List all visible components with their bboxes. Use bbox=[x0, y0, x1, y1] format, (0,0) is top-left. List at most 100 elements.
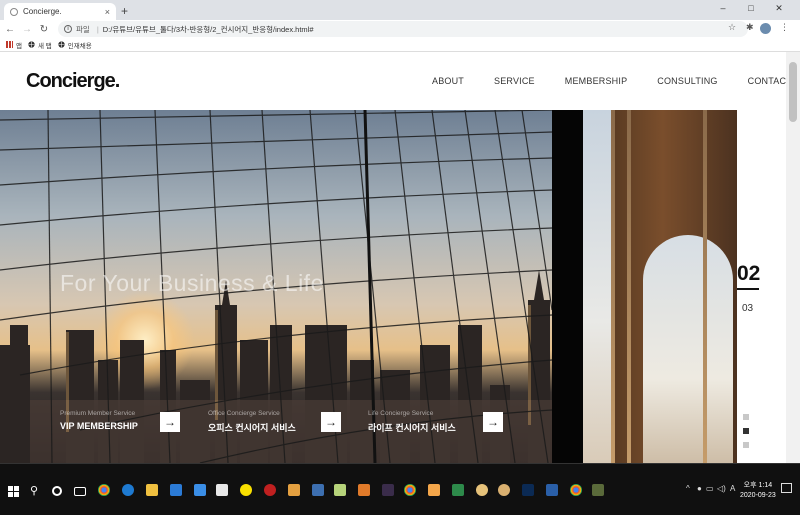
minimize-icon[interactable]: – bbox=[712, 3, 734, 13]
pencil-app-icon[interactable] bbox=[288, 484, 300, 496]
close-window-icon[interactable]: ✕ bbox=[768, 3, 790, 14]
windows-start-icon[interactable] bbox=[8, 486, 19, 497]
slide-dot-active[interactable] bbox=[743, 428, 749, 434]
network-icon[interactable]: ▭ bbox=[706, 484, 714, 493]
new-tab-button[interactable]: + bbox=[121, 4, 128, 18]
tray-chevron-icon[interactable]: ^ bbox=[686, 484, 690, 493]
bookmark-label: 인재채용 bbox=[67, 42, 92, 50]
globe-icon bbox=[28, 41, 35, 48]
bookmark-label: 앱 bbox=[16, 42, 22, 50]
bookmarks-bar: 앱 새 탭 인재채용 bbox=[0, 38, 800, 52]
app-icon[interactable] bbox=[546, 484, 558, 496]
cortana-icon[interactable] bbox=[52, 486, 62, 496]
chrome-icon[interactable] bbox=[98, 484, 110, 496]
nav-about[interactable]: ABOUT bbox=[432, 76, 464, 86]
page-favicon-icon bbox=[10, 7, 18, 16]
address-divider: | bbox=[96, 24, 99, 34]
service-title: VIP MEMBERSHIP bbox=[60, 421, 138, 431]
site-logo[interactable]: Concierge. bbox=[26, 70, 120, 93]
chrome-icon[interactable] bbox=[404, 484, 416, 496]
slide-divider bbox=[552, 110, 583, 463]
service-title: 라이프 컨시어지 서비스 bbox=[368, 423, 456, 433]
nav-service[interactable]: SERVICE bbox=[494, 76, 535, 86]
app-icon[interactable] bbox=[428, 484, 440, 496]
forward-icon[interactable]: → bbox=[20, 24, 34, 35]
photo-app-icon[interactable] bbox=[358, 484, 370, 496]
browser-tab[interactable]: Concierge. × bbox=[4, 3, 116, 20]
web-page: Concierge. ABOUT SERVICE MEMBERSHIP CONS… bbox=[0, 52, 786, 463]
app-icon[interactable] bbox=[476, 484, 488, 496]
bridge-rope bbox=[627, 110, 631, 463]
bookmark-careers[interactable]: 인재채용 bbox=[58, 40, 92, 50]
taskbar-background: ⚲ ^ ● ▭ ◁) A 오후 1:14 2020-09-23 bbox=[0, 463, 800, 515]
slide-dot[interactable] bbox=[743, 442, 749, 448]
nav-consulting[interactable]: CONSULTING bbox=[657, 76, 717, 86]
back-icon[interactable]: ← bbox=[3, 24, 17, 35]
page-scrollbar[interactable] bbox=[786, 52, 800, 463]
volume-icon[interactable]: ◁) bbox=[717, 484, 726, 493]
task-view-icon[interactable] bbox=[74, 487, 86, 496]
chrome-icon[interactable] bbox=[570, 484, 582, 496]
app-icon[interactable] bbox=[312, 484, 324, 496]
microphone-icon[interactable]: ● bbox=[697, 484, 702, 493]
hero-headline: For Your Business & Life bbox=[60, 270, 324, 296]
tower-arch bbox=[643, 235, 733, 463]
tab-title: Concierge. bbox=[23, 7, 62, 16]
arrow-right-icon[interactable]: → bbox=[321, 412, 341, 432]
extensions-icon[interactable]: ✱ bbox=[746, 22, 754, 33]
search-icon[interactable]: ⚲ bbox=[30, 484, 38, 497]
file-explorer-icon[interactable] bbox=[146, 484, 158, 496]
arrow-right-icon[interactable]: → bbox=[483, 412, 503, 432]
arrow-right-icon[interactable]: → bbox=[160, 412, 180, 432]
hero-slider: For Your Business & Life Premium Member … bbox=[0, 110, 737, 463]
nav-membership[interactable]: MEMBERSHIP bbox=[565, 76, 628, 86]
profile-avatar[interactable] bbox=[760, 23, 771, 34]
current-slide-number: 02 bbox=[737, 260, 786, 287]
globe-icon bbox=[58, 41, 65, 48]
site-header: Concierge. ABOUT SERVICE MEMBERSHIP CONS… bbox=[0, 52, 786, 110]
taskbar-clock[interactable]: 오후 1:14 2020-09-23 bbox=[740, 481, 776, 501]
apps-grid-icon bbox=[6, 41, 13, 48]
main-nav: ABOUT SERVICE MEMBERSHIP CONSULTING CONT… bbox=[432, 76, 786, 86]
browser-toolbar: ← → ↻ i 파일 | D:/유튜브/유튜브_툴다/3차-반응형/2_컨시어지… bbox=[0, 20, 800, 38]
record-icon[interactable] bbox=[264, 484, 276, 496]
address-bar[interactable]: i 파일 | D:/유튜브/유튜브_툴다/3차-반응형/2_컨시어지_반응형/i… bbox=[58, 21, 748, 37]
excel-icon[interactable] bbox=[452, 484, 464, 496]
ime-icon[interactable]: A bbox=[730, 484, 735, 493]
address-url: D:/유튜브/유튜브_툴다/3차-반응형/2_컨시어지_반응형/index.ht… bbox=[102, 24, 314, 34]
service-subtitle: Life Concierge Service bbox=[368, 410, 434, 417]
slide-dot[interactable] bbox=[743, 414, 749, 420]
service-title: 오피스 컨시어지 서비스 bbox=[208, 423, 296, 433]
nav-contact[interactable]: CONTACT bbox=[748, 76, 786, 86]
maximize-icon[interactable]: □ bbox=[740, 3, 762, 13]
browser-menu-icon[interactable]: ⋮ bbox=[780, 22, 789, 33]
app-icon[interactable] bbox=[592, 484, 604, 496]
service-subtitle: Premium Member Service bbox=[60, 410, 136, 417]
edge-icon[interactable] bbox=[122, 484, 134, 496]
tab-close-icon[interactable]: × bbox=[105, 7, 110, 17]
bookmark-label: 새 탭 bbox=[37, 42, 52, 50]
store-icon[interactable] bbox=[170, 484, 182, 496]
premiere-icon[interactable] bbox=[382, 484, 394, 496]
slide-pager: 02 03 bbox=[737, 110, 786, 463]
reload-icon[interactable]: ↻ bbox=[37, 24, 51, 35]
bookmark-new-tab[interactable]: 새 탭 bbox=[28, 40, 52, 50]
pager-underline bbox=[737, 288, 759, 290]
notification-icon[interactable] bbox=[781, 483, 792, 493]
bookmark-apps[interactable]: 앱 bbox=[6, 40, 22, 50]
info-icon[interactable]: i bbox=[64, 25, 72, 33]
bookmark-star-icon[interactable]: ☆ bbox=[728, 22, 736, 33]
next-slide-number[interactable]: 03 bbox=[742, 303, 753, 314]
photoshop-icon[interactable] bbox=[522, 484, 534, 496]
app-icon[interactable] bbox=[498, 484, 510, 496]
notes-icon[interactable] bbox=[334, 484, 346, 496]
address-scheme: 파일 bbox=[76, 24, 90, 34]
app-icon[interactable] bbox=[216, 484, 228, 496]
browser-tab-bar: Concierge. × + – □ ✕ bbox=[0, 0, 800, 20]
kakaotalk-icon[interactable] bbox=[240, 484, 252, 496]
bridge-rope bbox=[611, 110, 615, 463]
bridge-tower-image bbox=[583, 110, 737, 463]
mail-icon[interactable] bbox=[194, 484, 206, 496]
bridge-rope bbox=[703, 110, 707, 463]
scrollbar-thumb[interactable] bbox=[789, 62, 797, 122]
